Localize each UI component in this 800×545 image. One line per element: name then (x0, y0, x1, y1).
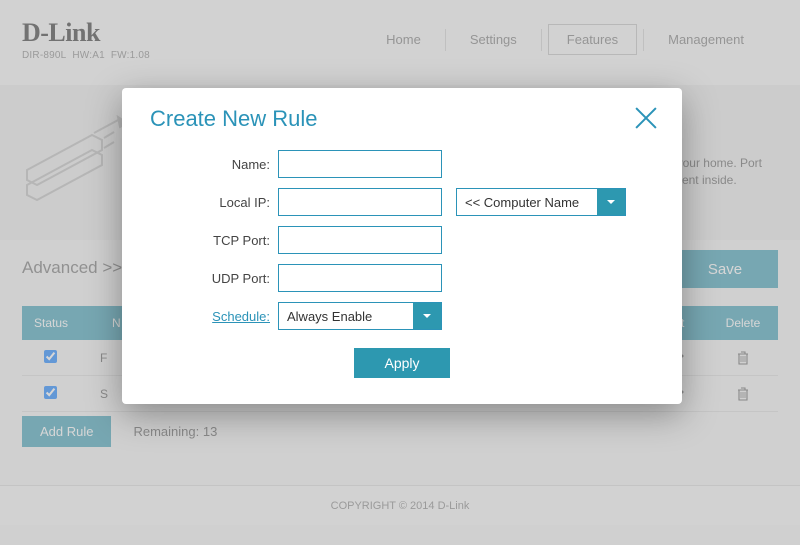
schedule-select[interactable]: Always Enable (278, 302, 442, 330)
label-local-ip: Local IP: (150, 195, 278, 210)
label-schedule[interactable]: Schedule: (150, 309, 278, 324)
name-field[interactable] (278, 150, 442, 178)
create-rule-modal: Create New Rule Name: Local IP: << Compu… (122, 88, 682, 404)
label-udp-port: UDP Port: (150, 271, 278, 286)
close-icon[interactable] (632, 104, 660, 132)
apply-button[interactable]: Apply (354, 348, 450, 378)
chevron-down-icon (597, 189, 625, 215)
label-name: Name: (150, 157, 278, 172)
schedule-value: Always Enable (279, 309, 413, 324)
computer-name-select[interactable]: << Computer Name (456, 188, 626, 216)
tcp-port-field[interactable] (278, 226, 442, 254)
local-ip-field[interactable] (278, 188, 442, 216)
chevron-down-icon (413, 303, 441, 329)
modal-title: Create New Rule (150, 106, 654, 132)
computer-name-value: << Computer Name (457, 195, 597, 210)
label-tcp-port: TCP Port: (150, 233, 278, 248)
udp-port-field[interactable] (278, 264, 442, 292)
